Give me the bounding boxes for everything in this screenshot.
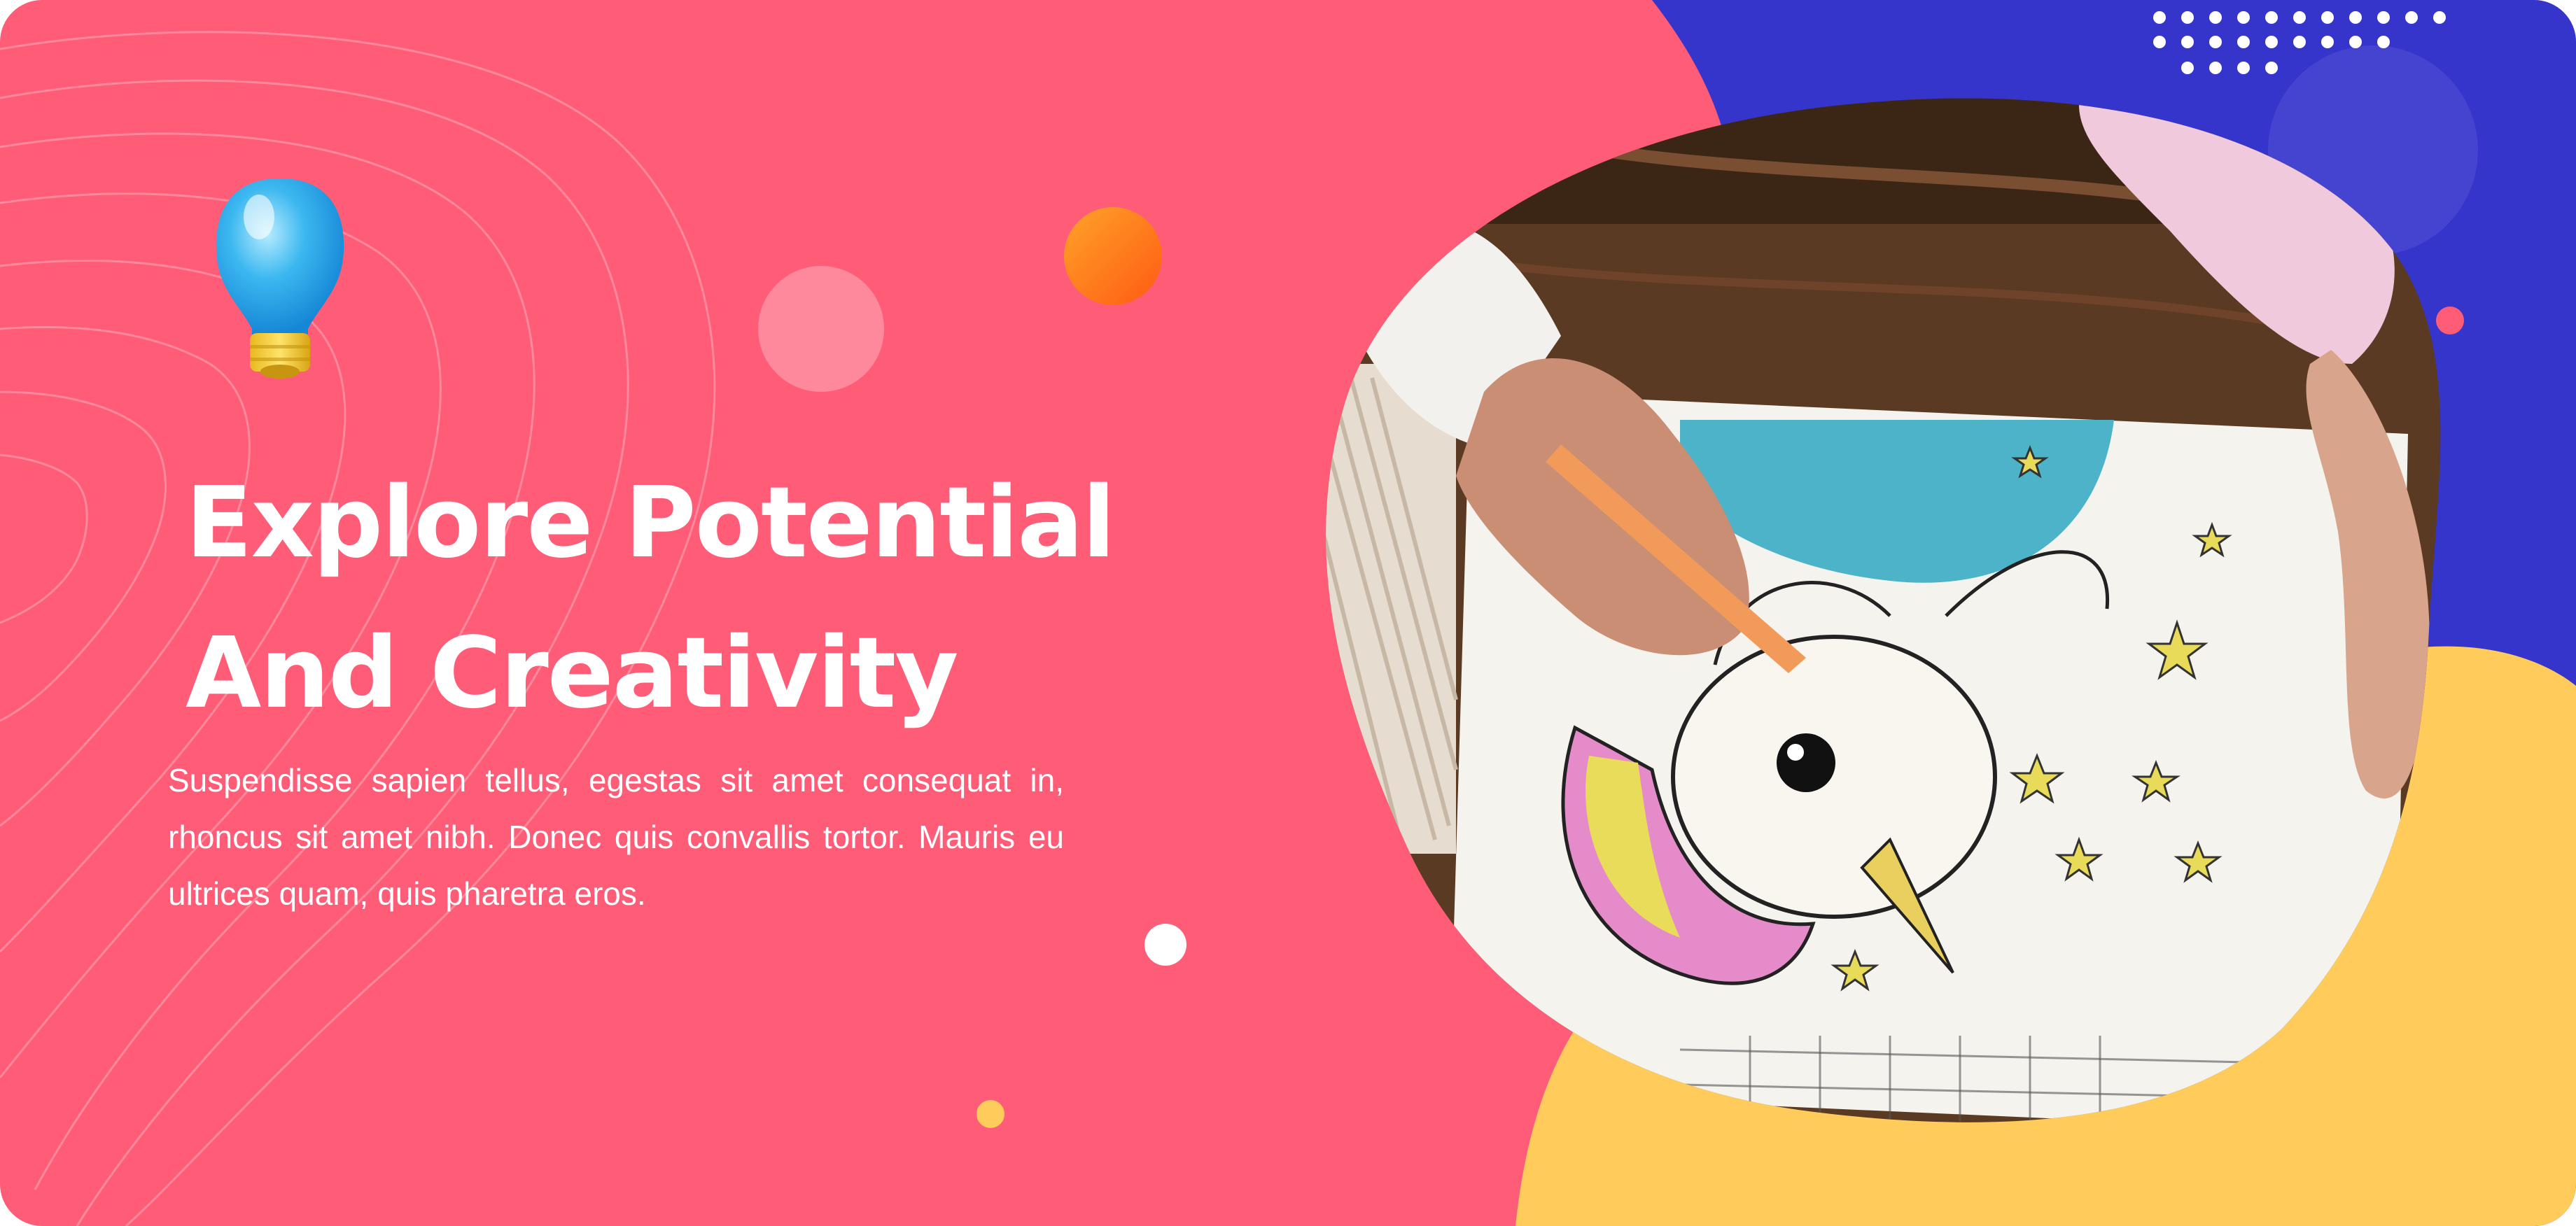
orange-circle [1064, 207, 1162, 305]
pink-dot [2436, 306, 2464, 334]
headline: Explore Potential And Creativity [186, 448, 1166, 749]
body-paragraph: Suspendisse sapien tellus, egestas sit a… [168, 762, 1064, 912]
white-dot [1144, 924, 1186, 966]
translucent-circle [758, 266, 884, 392]
lightbulb-icon [216, 178, 344, 379]
headline-line-2: And Creativity [186, 616, 959, 731]
hero-banner: Explore Potential And Creativity Suspend… [0, 0, 2576, 1226]
headline-line-1: Explore Potential [186, 466, 1116, 580]
soft-circle-blue [2268, 45, 2478, 255]
yellow-dot [976, 1100, 1004, 1128]
